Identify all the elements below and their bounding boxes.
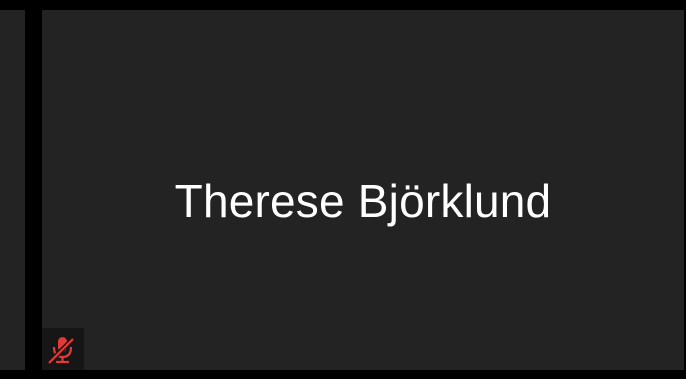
participant-tile[interactable]: Therese Björklund bbox=[42, 10, 684, 370]
video-grid: Therese Björklund bbox=[0, 0, 686, 379]
mic-status-badge bbox=[42, 328, 84, 370]
participant-tile-partial[interactable] bbox=[0, 10, 25, 370]
participant-name: Therese Björklund bbox=[174, 175, 552, 227]
mic-muted-icon bbox=[47, 337, 75, 365]
